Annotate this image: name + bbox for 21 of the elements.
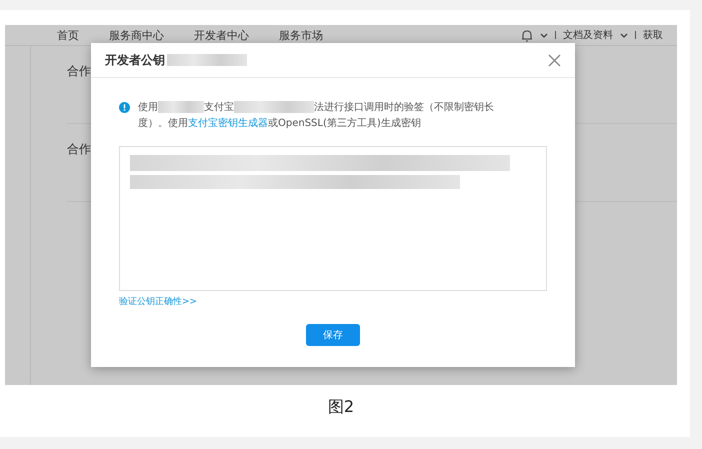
notice-text: 法进行接口调用时的验签（不限制密钥长 bbox=[314, 102, 494, 113]
notice-text: 或OpenSSL(第三方工具)生成密钥 bbox=[268, 118, 421, 129]
info-icon bbox=[119, 102, 130, 113]
redacted-block bbox=[158, 101, 204, 114]
notice-text: 支付宝 bbox=[204, 102, 234, 113]
nav-link[interactable]: 首页 bbox=[57, 28, 79, 42]
section-label: 合作 bbox=[67, 142, 91, 156]
nav-link[interactable]: 开发者中心 bbox=[194, 28, 249, 42]
nav-link[interactable]: 获取 bbox=[643, 28, 663, 42]
dialog-title: 开发者公钥 bbox=[105, 52, 165, 68]
nav-link[interactable]: 文档及资料 bbox=[563, 28, 613, 42]
nav-link[interactable]: 服务商中心 bbox=[109, 28, 164, 42]
caret-icon[interactable] bbox=[540, 32, 548, 38]
figure-caption: 图2 bbox=[328, 397, 354, 418]
notice-text: 度）。使用 bbox=[138, 118, 188, 129]
bell-icon[interactable] bbox=[521, 28, 533, 42]
section-label: 合作 bbox=[67, 64, 91, 78]
close-icon[interactable] bbox=[548, 54, 561, 66]
caret-icon[interactable] bbox=[620, 32, 628, 38]
nav-link[interactable]: 服务市场 bbox=[279, 28, 323, 42]
notice-text: 使用 bbox=[138, 102, 158, 113]
